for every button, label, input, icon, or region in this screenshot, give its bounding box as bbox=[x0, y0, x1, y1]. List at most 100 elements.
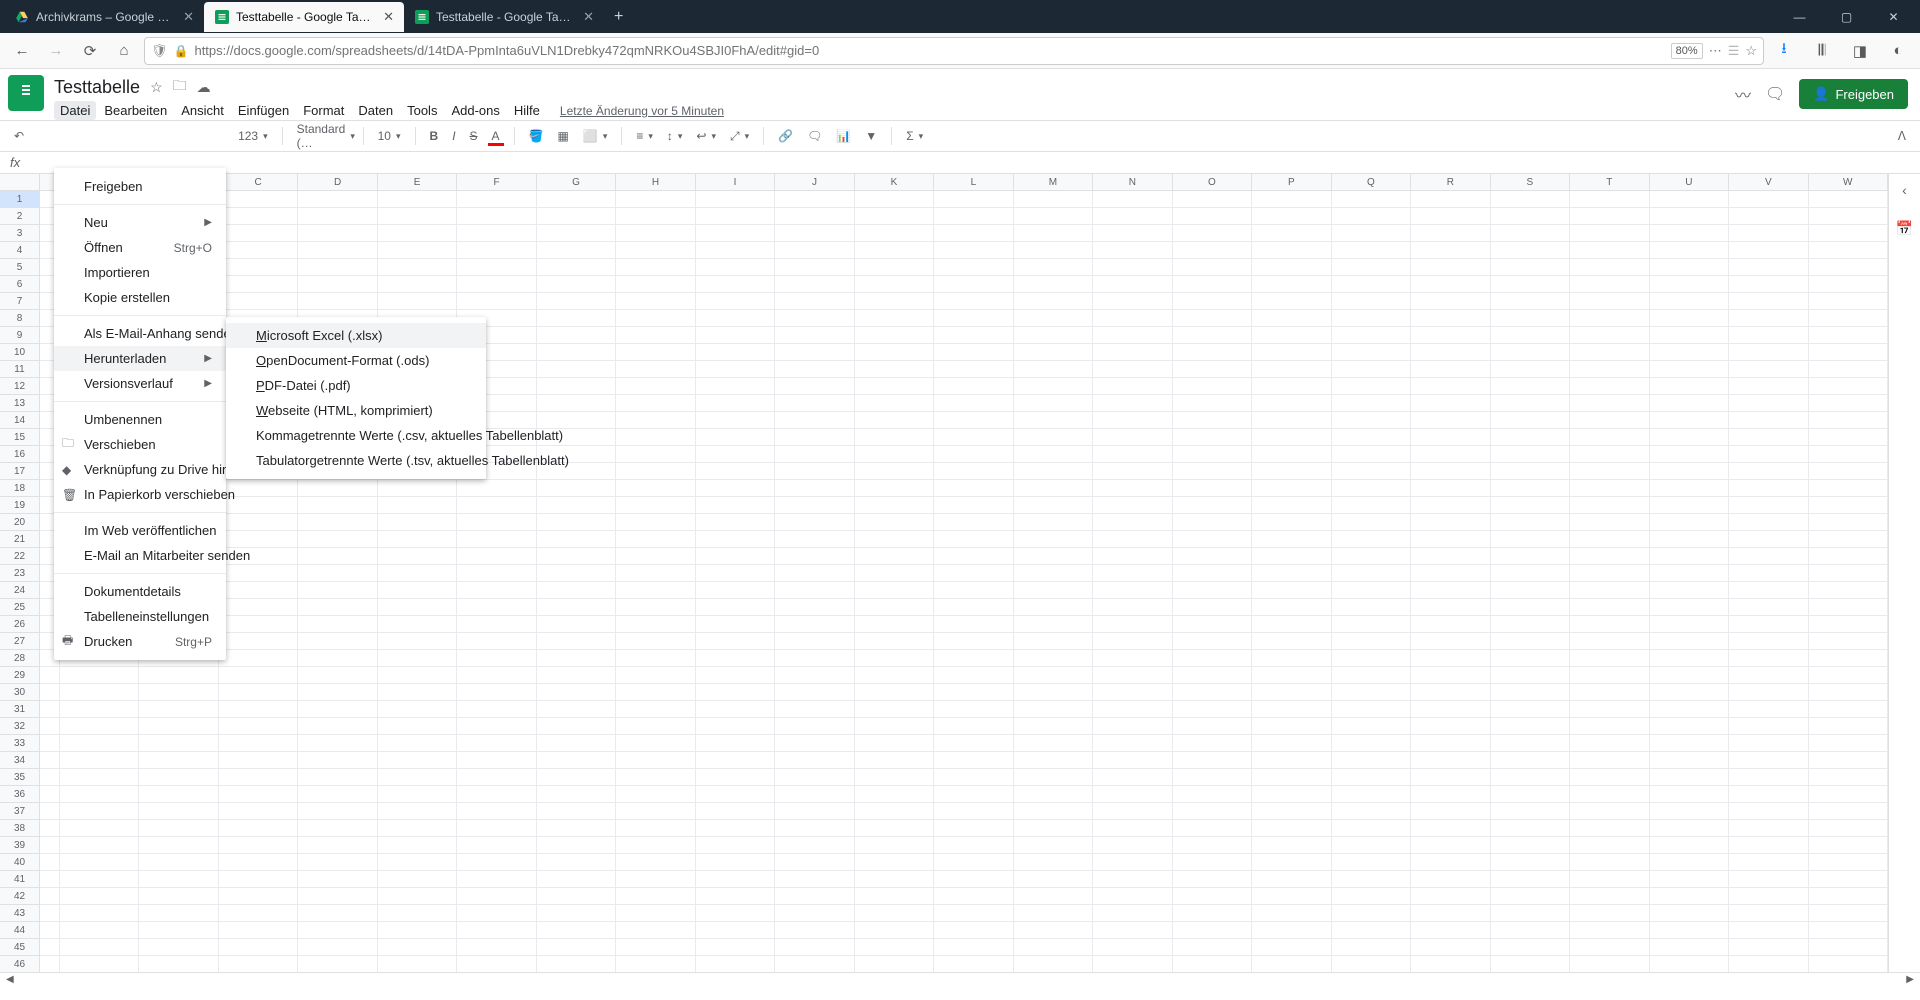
row-header[interactable]: 18 bbox=[0, 480, 39, 497]
row-header[interactable]: 33 bbox=[0, 735, 39, 752]
menu-tools[interactable]: Tools bbox=[401, 101, 443, 120]
move-icon[interactable]: 🗀 bbox=[173, 75, 187, 99]
borders-button[interactable]: ▦ bbox=[554, 127, 573, 145]
row-header[interactable]: 44 bbox=[0, 922, 39, 939]
library-icon[interactable]: 𝄃𝄃 bbox=[1808, 37, 1836, 65]
close-icon[interactable]: ✕ bbox=[583, 9, 594, 25]
row-header[interactable]: 8 bbox=[0, 310, 39, 327]
row-header[interactable]: 26 bbox=[0, 616, 39, 633]
column-header[interactable]: U bbox=[1650, 174, 1729, 190]
menu-item-details[interactable]: Dokumentdetails bbox=[54, 579, 226, 604]
formula-bar[interactable]: fx bbox=[0, 152, 1920, 174]
cloud-icon[interactable]: ☁ bbox=[197, 79, 211, 96]
column-header[interactable]: E bbox=[378, 174, 457, 190]
row-header[interactable]: 20 bbox=[0, 514, 39, 531]
font-select[interactable]: Standard (… bbox=[293, 120, 353, 152]
reload-button[interactable]: ⟳ bbox=[76, 37, 104, 65]
menu-item-pdf[interactable]: PDF-Datei (.pdf) bbox=[226, 373, 486, 398]
row-header[interactable]: 35 bbox=[0, 769, 39, 786]
browser-tab-0[interactable]: Archivkrams – Google Drive ✕ bbox=[4, 2, 204, 32]
extension-icon[interactable]: ◐ bbox=[1884, 37, 1912, 65]
menu-einfuegen[interactable]: Einfügen bbox=[232, 101, 295, 120]
url-bar[interactable]: 🛡 🔒 https://docs.google.com/spreadsheets… bbox=[144, 37, 1764, 65]
column-header[interactable]: H bbox=[616, 174, 695, 190]
browser-tab-1[interactable]: Testtabelle - Google Tabellen ✕ bbox=[204, 2, 404, 32]
row-header[interactable]: 2 bbox=[0, 208, 39, 225]
sheets-logo[interactable] bbox=[8, 75, 44, 111]
row-header[interactable]: 46 bbox=[0, 956, 39, 973]
row-header[interactable]: 32 bbox=[0, 718, 39, 735]
row-header[interactable]: 6 bbox=[0, 276, 39, 293]
menu-item-import[interactable]: Importieren bbox=[54, 260, 226, 285]
row-header[interactable]: 22 bbox=[0, 548, 39, 565]
link-button[interactable]: 🔗 bbox=[774, 127, 797, 145]
doc-title[interactable]: Testtabelle bbox=[54, 77, 140, 98]
functions-button[interactable]: Σ bbox=[902, 127, 927, 145]
menu-datei[interactable]: Datei bbox=[54, 101, 96, 120]
comment-button[interactable]: 🗨 bbox=[803, 127, 826, 145]
menu-item-version-history[interactable]: Versionsverlauf▶ bbox=[54, 371, 226, 396]
text-color-button[interactable]: A bbox=[488, 127, 504, 146]
row-header[interactable]: 40 bbox=[0, 854, 39, 871]
page-actions-icon[interactable]: ⋯ bbox=[1709, 43, 1722, 59]
menu-bearbeiten[interactable]: Bearbeiten bbox=[98, 101, 173, 120]
menu-item-email-collab[interactable]: E-Mail an Mitarbeiter senden bbox=[54, 543, 226, 568]
menu-item-csv[interactable]: Kommagetrennte Werte (.csv, aktuelles Ta… bbox=[226, 423, 486, 448]
menu-item-xlsx[interactable]: Microsoft Excel (.xlsx) bbox=[226, 323, 486, 348]
shield-icon[interactable]: 🛡 bbox=[151, 43, 168, 59]
menu-item-move[interactable]: 🗀Verschieben bbox=[54, 432, 226, 457]
column-header[interactable]: V bbox=[1729, 174, 1808, 190]
home-button[interactable]: ⌂ bbox=[110, 37, 138, 65]
font-size-select[interactable]: 10 bbox=[374, 127, 405, 145]
column-header[interactable]: S bbox=[1491, 174, 1570, 190]
calendar-icon[interactable]: 📅 bbox=[1895, 220, 1915, 240]
undo-button[interactable]: ↶ bbox=[10, 127, 28, 145]
bold-button[interactable]: B bbox=[426, 127, 443, 145]
new-tab-button[interactable]: + bbox=[604, 8, 633, 26]
close-icon[interactable]: ✕ bbox=[383, 9, 394, 25]
row-header[interactable]: 15 bbox=[0, 429, 39, 446]
row-header[interactable]: 31 bbox=[0, 701, 39, 718]
row-header[interactable]: 10 bbox=[0, 344, 39, 361]
column-header[interactable]: J bbox=[775, 174, 854, 190]
column-header[interactable]: K bbox=[855, 174, 934, 190]
sidebar-icon[interactable]: ◨ bbox=[1846, 37, 1874, 65]
menu-item-copy[interactable]: Kopie erstellen bbox=[54, 285, 226, 310]
menu-item-email-attach[interactable]: Als E-Mail-Anhang senden bbox=[54, 321, 226, 346]
menu-hilfe[interactable]: Hilfe bbox=[508, 101, 546, 120]
menu-format[interactable]: Format bbox=[297, 101, 350, 120]
row-header[interactable]: 34 bbox=[0, 752, 39, 769]
close-icon[interactable]: ✕ bbox=[183, 9, 194, 25]
menu-item-ods[interactable]: OpenDocument-Format (.ods) bbox=[226, 348, 486, 373]
column-header[interactable]: Q bbox=[1332, 174, 1411, 190]
row-header[interactable]: 42 bbox=[0, 888, 39, 905]
filter-button[interactable]: ▼ bbox=[861, 127, 881, 145]
downloads-icon[interactable]: ⭳ bbox=[1770, 37, 1798, 65]
menu-addons[interactable]: Add-ons bbox=[445, 101, 505, 120]
row-header[interactable]: 38 bbox=[0, 820, 39, 837]
row-header[interactable]: 36 bbox=[0, 786, 39, 803]
row-header[interactable]: 13 bbox=[0, 395, 39, 412]
close-window-button[interactable]: ✕ bbox=[1871, 0, 1916, 33]
menu-item-share[interactable]: Freigeben bbox=[54, 174, 226, 199]
row-header[interactable]: 21 bbox=[0, 531, 39, 548]
scroll-left-icon[interactable]: ◀ bbox=[6, 974, 14, 985]
column-header[interactable]: R bbox=[1411, 174, 1490, 190]
row-header[interactable]: 30 bbox=[0, 684, 39, 701]
lock-icon[interactable]: 🔒 bbox=[174, 44, 189, 58]
row-header[interactable]: 23 bbox=[0, 565, 39, 582]
menu-item-tsv[interactable]: Tabulatorgetrennte Werte (.tsv, aktuelle… bbox=[226, 448, 486, 473]
column-header[interactable]: L bbox=[934, 174, 1013, 190]
row-header[interactable]: 14 bbox=[0, 412, 39, 429]
row-header[interactable]: 12 bbox=[0, 378, 39, 395]
zoom-badge[interactable]: 80% bbox=[1671, 43, 1703, 59]
rotate-button[interactable]: ⤢ bbox=[726, 127, 753, 146]
side-panel-toggle-icon[interactable]: ‹ bbox=[1895, 182, 1915, 202]
row-header[interactable]: 29 bbox=[0, 667, 39, 684]
row-header[interactable]: 4 bbox=[0, 242, 39, 259]
forward-button[interactable]: → bbox=[42, 37, 70, 65]
menu-daten[interactable]: Daten bbox=[352, 101, 399, 120]
star-icon[interactable]: ☆ bbox=[150, 79, 163, 96]
collapse-toolbar-button[interactable]: ᐱ bbox=[1894, 127, 1910, 145]
row-header[interactable]: 1 bbox=[0, 191, 39, 208]
